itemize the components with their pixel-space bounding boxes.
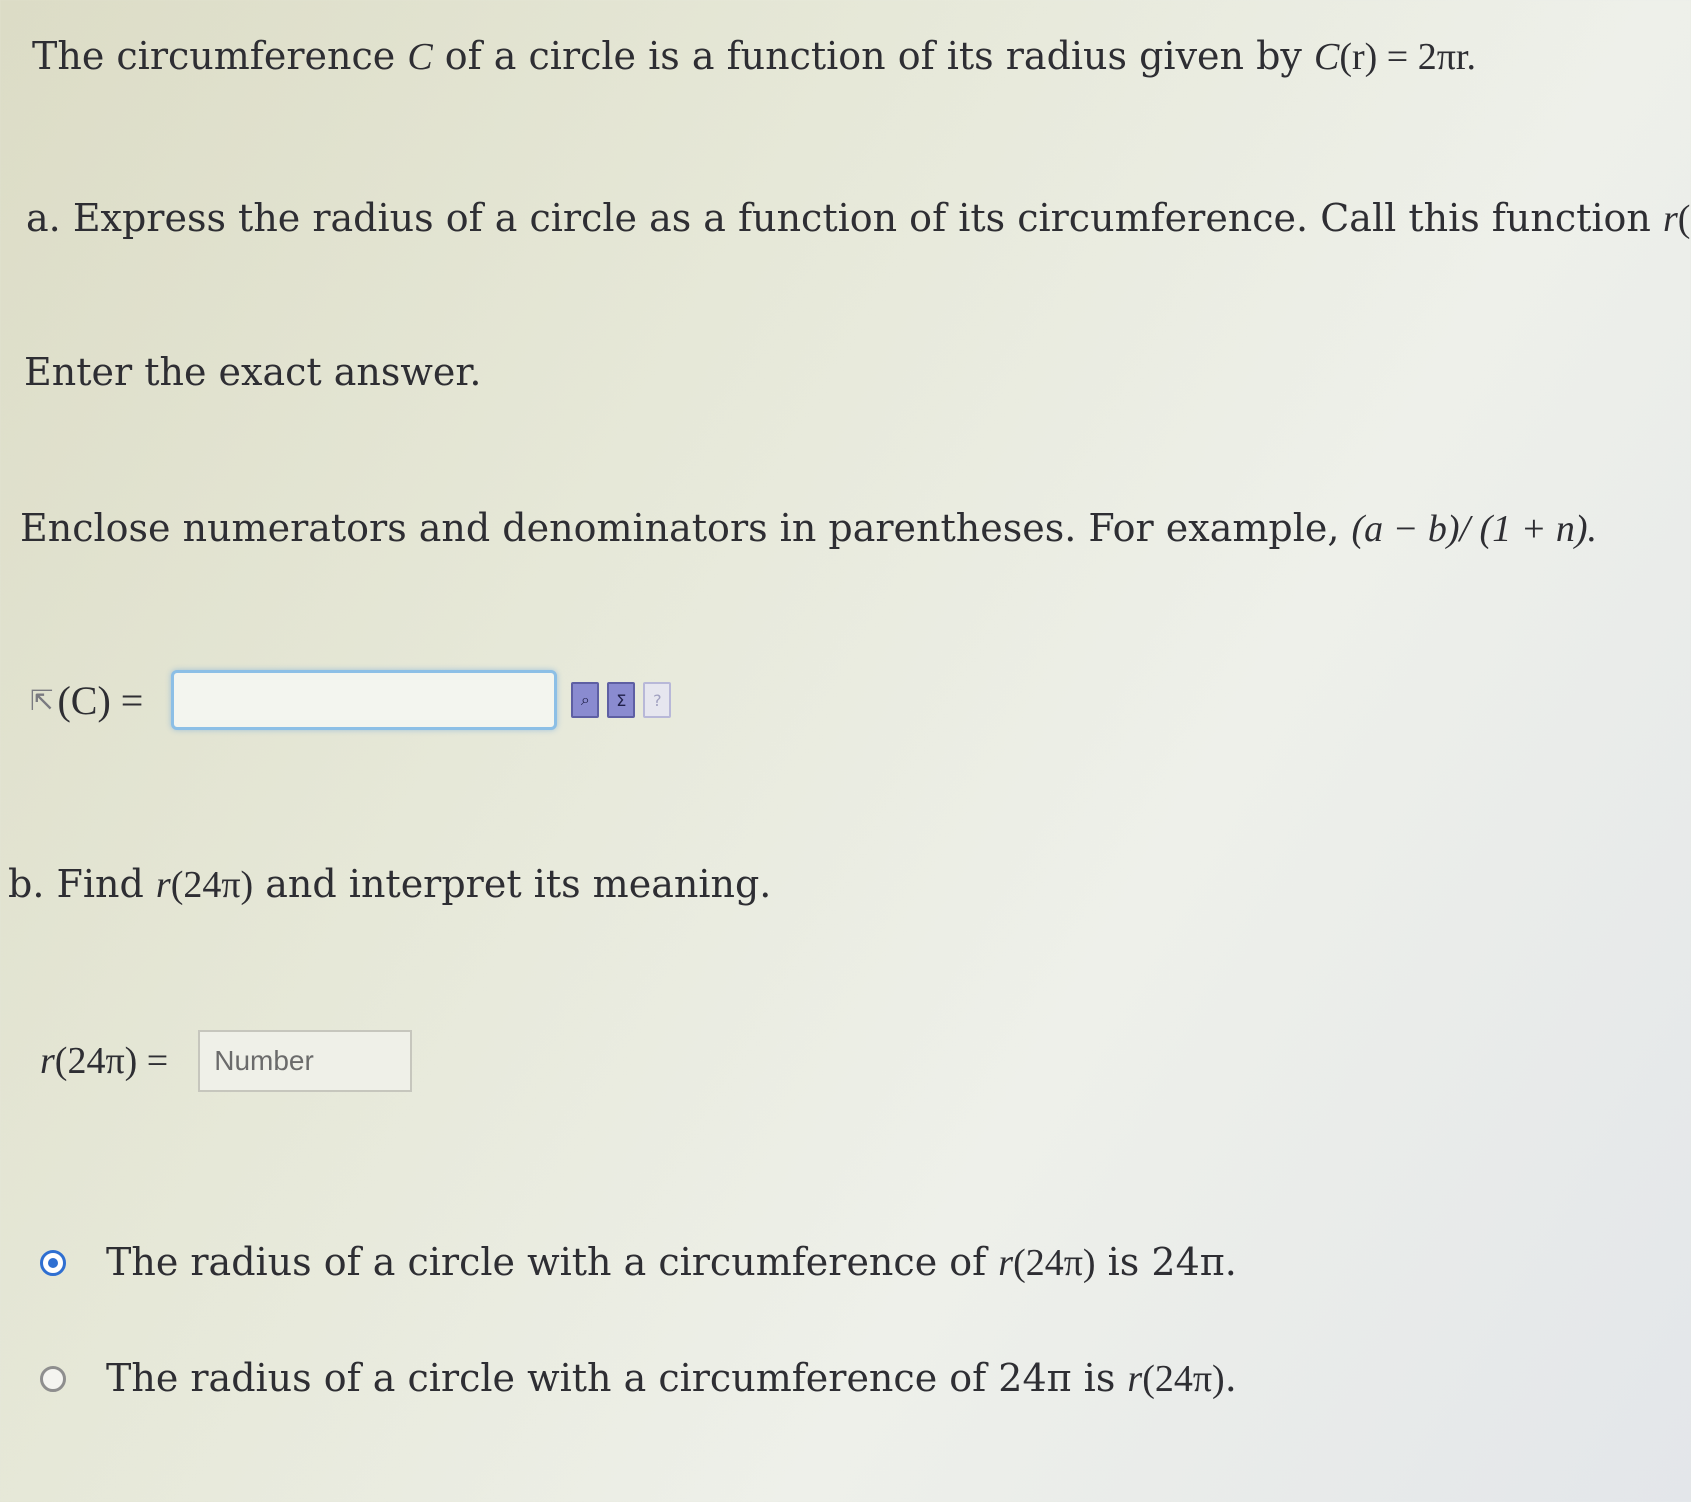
- option-2-func-arg: (24π): [1142, 1358, 1225, 1400]
- enter-exact-instruction: Enter the exact answer.: [24, 350, 482, 394]
- part-b-question-post: and interpret its meaning.: [253, 862, 772, 906]
- option-1-text-pre: The radius of a circle with a circumfere…: [106, 1240, 999, 1284]
- part-b-prefix: b.: [8, 862, 45, 906]
- enclose-hint-text: Enclose numerators and denominators in p…: [20, 506, 1352, 550]
- intro-text: The circumference: [32, 34, 408, 78]
- part-a-prefix: a.: [26, 196, 61, 240]
- intro-text-2: of a circle is a function of its radius …: [432, 34, 1314, 78]
- part-a-question: a. Express the radius of a circle as a f…: [26, 196, 1691, 243]
- part-a-answer-row: ⇱ (C) = ⌕ Σ ?: [30, 664, 672, 736]
- number-input[interactable]: [198, 1030, 413, 1092]
- option-2-func: r: [1127, 1358, 1143, 1400]
- mouse-pointer-icon: ⇱: [30, 683, 54, 717]
- option-2-label: The radius of a circle with a circumfere…: [106, 1356, 1237, 1401]
- part-a-func-arg: (C): [1677, 198, 1691, 240]
- option-1-label: The radius of a circle with a circumfere…: [106, 1240, 1237, 1285]
- interpretation-option-2[interactable]: The radius of a circle with a circumfere…: [40, 1356, 1237, 1401]
- help-icon[interactable]: ?: [643, 682, 672, 718]
- formula: C(r) = 2πr.: [1314, 36, 1476, 78]
- option-1-func-arg: (24π): [1013, 1242, 1096, 1284]
- enclose-example: (a − b)/ (1 + n).: [1351, 508, 1597, 550]
- radio-button-selected[interactable]: [40, 1249, 66, 1276]
- option-2-text-pre: The radius of a circle with a circumfere…: [106, 1356, 1128, 1400]
- problem-statement: The circumference C of a circle is a fun…: [32, 34, 1476, 81]
- part-b-answer-row: r(24π) =: [40, 1028, 413, 1094]
- interpretation-option-1[interactable]: The radius of a circle with a circumfere…: [40, 1240, 1237, 1285]
- part-b-input-func: r: [40, 1040, 55, 1082]
- preview-icon[interactable]: ⌕: [571, 682, 600, 718]
- part-b-question-pre: Find: [44, 862, 156, 906]
- option-1-text-post: is 24π.: [1095, 1240, 1237, 1284]
- formula-eq: = 2πr.: [1377, 36, 1476, 78]
- part-b-func: r: [155, 864, 171, 906]
- enclose-hint: Enclose numerators and denominators in p…: [20, 506, 1597, 553]
- formula-arg: (r): [1339, 36, 1378, 78]
- option-2-text-post: .: [1224, 1356, 1237, 1400]
- part-b-question: b. Find r(24π) and interpret its meaning…: [8, 862, 771, 909]
- radius-function-input[interactable]: [171, 670, 558, 730]
- radio-button[interactable]: [40, 1365, 66, 1392]
- part-b-func-arg: (24π): [170, 864, 254, 906]
- part-a-input-label: (C) =: [57, 677, 144, 723]
- part-b-input-arg: (24π) =: [54, 1040, 169, 1082]
- part-a-question-text: Express the radius of a circle as a func…: [60, 196, 1663, 240]
- sigma-icon[interactable]: Σ: [607, 682, 636, 718]
- var-c: C: [407, 36, 433, 78]
- formula-lhs: C: [1313, 36, 1340, 78]
- part-a-func: r: [1662, 198, 1678, 240]
- part-b-input-label: r(24π) =: [40, 1039, 168, 1083]
- input-tools: ⌕ Σ ?: [571, 682, 672, 718]
- option-1-func: r: [998, 1242, 1014, 1284]
